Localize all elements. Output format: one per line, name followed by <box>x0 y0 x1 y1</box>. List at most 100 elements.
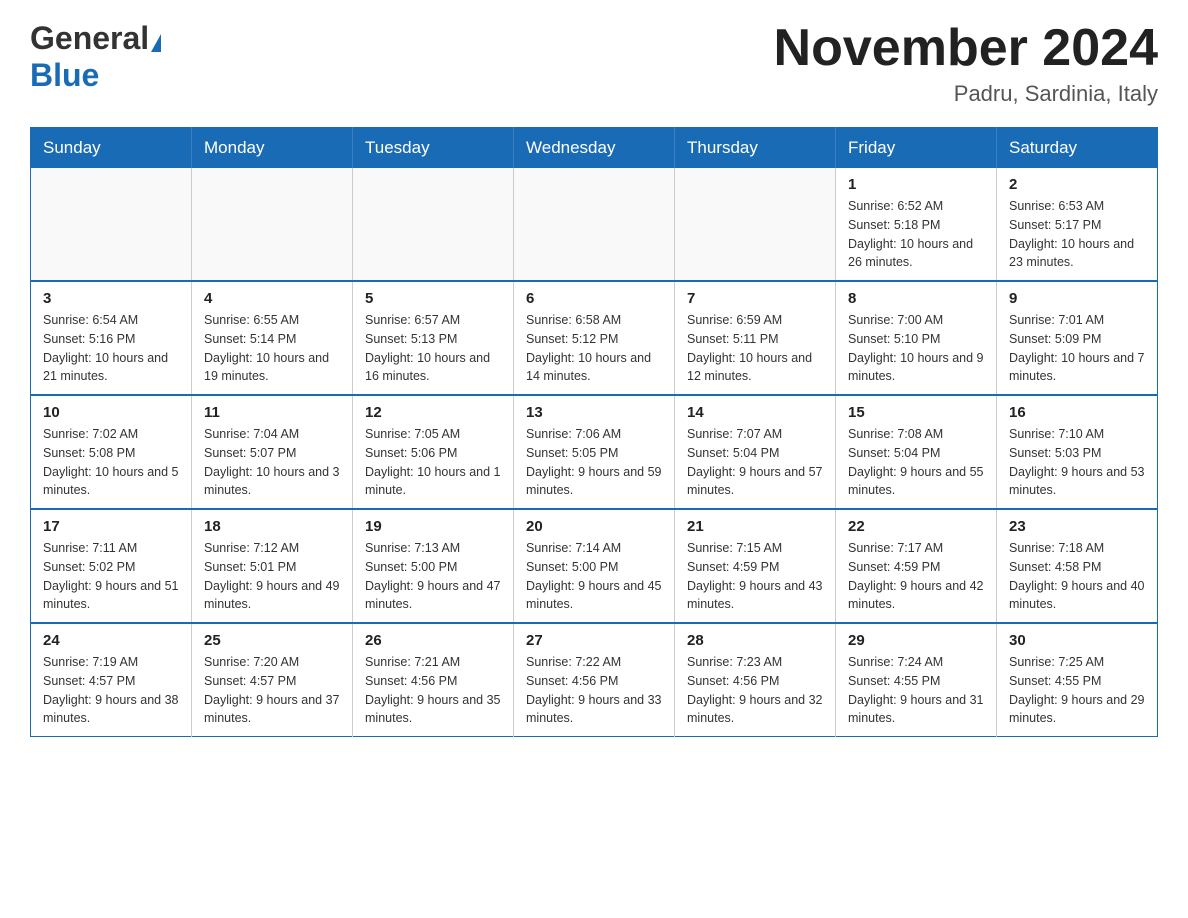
day-number: 13 <box>526 404 662 421</box>
calendar-cell: 12 Sunrise: 7:05 AMSunset: 5:06 PMDayligh… <box>353 395 514 509</box>
week-row-5: 24 Sunrise: 7:19 AMSunset: 4:57 PMDayligh… <box>31 623 1158 737</box>
day-info: Sunrise: 7:24 AMSunset: 4:55 PMDaylight:… <box>848 653 984 728</box>
day-info: Sunrise: 7:10 AMSunset: 5:03 PMDaylight:… <box>1009 425 1145 500</box>
calendar-cell: 14 Sunrise: 7:07 AMSunset: 5:04 PMDayligh… <box>675 395 836 509</box>
day-info: Sunrise: 7:18 AMSunset: 4:58 PMDaylight:… <box>1009 539 1145 614</box>
day-number: 18 <box>204 518 340 535</box>
day-number: 30 <box>1009 632 1145 649</box>
week-row-3: 10Sunrise: 7:02 AMSunset: 5:08 PMDayligh… <box>31 395 1158 509</box>
day-number: 15 <box>848 404 984 421</box>
day-number: 23 <box>1009 518 1145 535</box>
calendar-cell: 25Sunrise: 7:20 AMSunset: 4:57 PMDayligh… <box>192 623 353 737</box>
calendar-cell: 9 Sunrise: 7:01 AMSunset: 5:09 PMDaylight… <box>997 281 1158 395</box>
weekday-header-friday: Friday <box>836 128 997 169</box>
day-info: Sunrise: 7:25 AMSunset: 4:55 PMDaylight:… <box>1009 653 1145 728</box>
weekday-header-row: SundayMondayTuesdayWednesdayThursdayFrid… <box>31 128 1158 169</box>
calendar-cell: 16 Sunrise: 7:10 AMSunset: 5:03 PMDayligh… <box>997 395 1158 509</box>
day-info: Sunrise: 7:04 AMSunset: 5:07 PMDaylight:… <box>204 425 340 500</box>
day-number: 9 <box>1009 290 1145 307</box>
day-info: Sunrise: 6:52 AMSunset: 5:18 PMDaylight:… <box>848 197 984 272</box>
day-info: Sunrise: 6:58 AMSunset: 5:12 PMDaylight:… <box>526 311 662 386</box>
day-info: Sunrise: 6:54 AMSunset: 5:16 PMDaylight:… <box>43 311 179 386</box>
day-info: Sunrise: 7:14 AMSunset: 5:00 PMDaylight:… <box>526 539 662 614</box>
calendar-cell: 6 Sunrise: 6:58 AMSunset: 5:12 PMDaylight… <box>514 281 675 395</box>
day-info: Sunrise: 7:08 AMSunset: 5:04 PMDaylight:… <box>848 425 984 500</box>
day-info: Sunrise: 6:59 AMSunset: 5:11 PMDaylight:… <box>687 311 823 386</box>
day-info: Sunrise: 7:05 AMSunset: 5:06 PMDaylight:… <box>365 425 501 500</box>
day-info: Sunrise: 6:53 AMSunset: 5:17 PMDaylight:… <box>1009 197 1145 272</box>
calendar-cell: 7 Sunrise: 6:59 AMSunset: 5:11 PMDaylight… <box>675 281 836 395</box>
calendar-cell: 27 Sunrise: 7:22 AMSunset: 4:56 PMDayligh… <box>514 623 675 737</box>
day-info: Sunrise: 7:11 AMSunset: 5:02 PMDaylight:… <box>43 539 179 614</box>
calendar-cell: 28 Sunrise: 7:23 AMSunset: 4:56 PMDayligh… <box>675 623 836 737</box>
day-info: Sunrise: 7:07 AMSunset: 5:04 PMDaylight:… <box>687 425 823 500</box>
day-number: 20 <box>526 518 662 535</box>
title-section: November 2024 Padru, Sardinia, Italy <box>774 20 1158 107</box>
day-number: 14 <box>687 404 823 421</box>
weekday-header-saturday: Saturday <box>997 128 1158 169</box>
calendar-cell: 23 Sunrise: 7:18 AMSunset: 4:58 PMDayligh… <box>997 509 1158 623</box>
day-number: 17 <box>43 518 179 535</box>
day-number: 26 <box>365 632 501 649</box>
day-info: Sunrise: 6:57 AMSunset: 5:13 PMDaylight:… <box>365 311 501 386</box>
calendar-cell: 5Sunrise: 6:57 AMSunset: 5:13 PMDaylight… <box>353 281 514 395</box>
day-info: Sunrise: 7:13 AMSunset: 5:00 PMDaylight:… <box>365 539 501 614</box>
page-header: General Blue November 2024 Padru, Sardin… <box>30 20 1158 107</box>
day-info: Sunrise: 7:00 AMSunset: 5:10 PMDaylight:… <box>848 311 984 386</box>
calendar-cell: 3 Sunrise: 6:54 AMSunset: 5:16 PMDaylight… <box>31 281 192 395</box>
calendar-cell: 15 Sunrise: 7:08 AMSunset: 5:04 PMDayligh… <box>836 395 997 509</box>
weekday-header-thursday: Thursday <box>675 128 836 169</box>
weekday-header-tuesday: Tuesday <box>353 128 514 169</box>
calendar-cell: 11Sunrise: 7:04 AMSunset: 5:07 PMDayligh… <box>192 395 353 509</box>
calendar-cell: 1 Sunrise: 6:52 AMSunset: 5:18 PMDaylight… <box>836 168 997 281</box>
day-info: Sunrise: 7:23 AMSunset: 4:56 PMDaylight:… <box>687 653 823 728</box>
calendar-cell: 18 Sunrise: 7:12 AMSunset: 5:01 PMDayligh… <box>192 509 353 623</box>
day-number: 27 <box>526 632 662 649</box>
day-number: 29 <box>848 632 984 649</box>
calendar-table: SundayMondayTuesdayWednesdayThursdayFrid… <box>30 127 1158 737</box>
day-number: 22 <box>848 518 984 535</box>
day-number: 28 <box>687 632 823 649</box>
day-info: Sunrise: 6:55 AMSunset: 5:14 PMDaylight:… <box>204 311 340 386</box>
calendar-cell: 19 Sunrise: 7:13 AMSunset: 5:00 PMDayligh… <box>353 509 514 623</box>
day-info: Sunrise: 7:21 AMSunset: 4:56 PMDaylight:… <box>365 653 501 728</box>
day-number: 2 <box>1009 176 1145 193</box>
day-number: 4 <box>204 290 340 307</box>
weekday-header-sunday: Sunday <box>31 128 192 169</box>
day-number: 24 <box>43 632 179 649</box>
day-info: Sunrise: 7:22 AMSunset: 4:56 PMDaylight:… <box>526 653 662 728</box>
day-number: 19 <box>365 518 501 535</box>
calendar-cell: 2 Sunrise: 6:53 AMSunset: 5:17 PMDaylight… <box>997 168 1158 281</box>
day-info: Sunrise: 7:20 AMSunset: 4:57 PMDaylight:… <box>204 653 340 728</box>
day-number: 1 <box>848 176 984 193</box>
weekday-header-wednesday: Wednesday <box>514 128 675 169</box>
week-row-4: 17 Sunrise: 7:11 AMSunset: 5:02 PMDayligh… <box>31 509 1158 623</box>
calendar-cell <box>353 168 514 281</box>
logo-blue-text: Blue <box>30 57 99 94</box>
day-number: 3 <box>43 290 179 307</box>
day-info: Sunrise: 7:17 AMSunset: 4:59 PMDaylight:… <box>848 539 984 614</box>
calendar-cell: 30 Sunrise: 7:25 AMSunset: 4:55 PMDayligh… <box>997 623 1158 737</box>
calendar-cell <box>675 168 836 281</box>
week-row-1: 1 Sunrise: 6:52 AMSunset: 5:18 PMDaylight… <box>31 168 1158 281</box>
calendar-cell: 13 Sunrise: 7:06 AMSunset: 5:05 PMDayligh… <box>514 395 675 509</box>
day-info: Sunrise: 7:06 AMSunset: 5:05 PMDaylight:… <box>526 425 662 500</box>
calendar-cell: 26 Sunrise: 7:21 AMSunset: 4:56 PMDayligh… <box>353 623 514 737</box>
calendar-cell <box>514 168 675 281</box>
location: Padru, Sardinia, Italy <box>774 81 1158 107</box>
day-info: Sunrise: 7:12 AMSunset: 5:01 PMDaylight:… <box>204 539 340 614</box>
calendar-cell: 24 Sunrise: 7:19 AMSunset: 4:57 PMDayligh… <box>31 623 192 737</box>
day-number: 6 <box>526 290 662 307</box>
day-info: Sunrise: 7:19 AMSunset: 4:57 PMDaylight:… <box>43 653 179 728</box>
calendar-cell: 29 Sunrise: 7:24 AMSunset: 4:55 PMDayligh… <box>836 623 997 737</box>
calendar-cell: 10Sunrise: 7:02 AMSunset: 5:08 PMDayligh… <box>31 395 192 509</box>
calendar-cell <box>192 168 353 281</box>
day-number: 7 <box>687 290 823 307</box>
logo: General Blue <box>30 20 161 94</box>
day-number: 16 <box>1009 404 1145 421</box>
day-info: Sunrise: 7:15 AMSunset: 4:59 PMDaylight:… <box>687 539 823 614</box>
day-number: 10 <box>43 404 179 421</box>
day-number: 12 <box>365 404 501 421</box>
day-info: Sunrise: 7:01 AMSunset: 5:09 PMDaylight:… <box>1009 311 1145 386</box>
calendar-cell <box>31 168 192 281</box>
